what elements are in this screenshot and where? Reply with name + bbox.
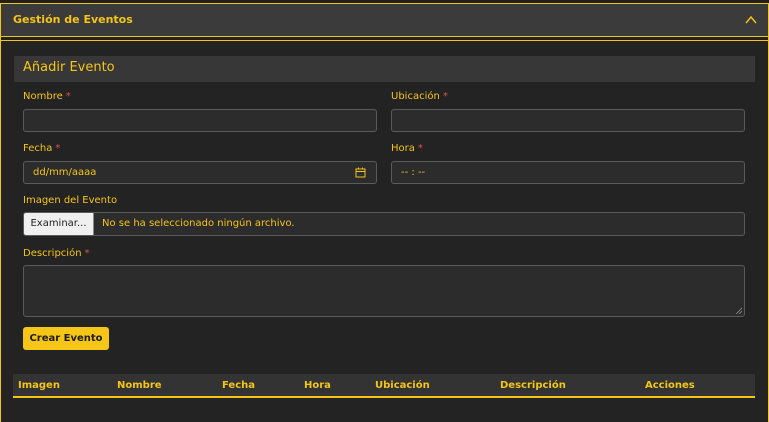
hora-label-text: Hora [391,143,415,154]
file-input[interactable]: Examinar... No se ha seleccionado ningún… [23,212,745,236]
fecha-placeholder: dd/mm/aaaa [33,167,97,178]
section-title: Añadir Evento [23,60,115,75]
nombre-label-text: Nombre [23,91,63,102]
column-header-descripcion[interactable]: Descripción [500,380,566,391]
required-mark: * [55,143,61,154]
ubicacion-label: Ubicación * [391,91,448,102]
required-mark: * [442,91,448,102]
required-mark: * [84,248,90,259]
panel-title: Gestión de Eventos [13,13,133,26]
hora-placeholder: -- : -- [401,167,426,178]
browse-button[interactable]: Examinar... [24,213,94,235]
events-table-header: Imagen Nombre Fecha Hora Ubicación Descr… [13,374,755,398]
column-header-fecha[interactable]: Fecha [222,380,255,391]
file-status: No se ha seleccionado ningún archivo. [102,218,295,229]
descripcion-textarea[interactable] [23,265,745,317]
descripcion-label: Descripción * [23,248,90,259]
nombre-label: Nombre * [23,91,71,102]
required-mark: * [417,143,423,154]
create-event-button[interactable]: Crear Evento [23,327,109,350]
hora-input[interactable]: -- : -- [391,161,745,184]
calendar-icon[interactable] [355,167,366,178]
required-mark: * [65,91,71,102]
fecha-label: Fecha * [23,143,60,154]
fecha-label-text: Fecha [23,143,53,154]
panel-header[interactable]: Gestión de Eventos [1,4,768,37]
column-header-imagen[interactable]: Imagen [18,380,60,391]
fecha-input[interactable]: dd/mm/aaaa [23,161,377,184]
column-header-nombre[interactable]: Nombre [117,380,162,391]
ubicacion-input[interactable] [391,109,745,132]
column-header-ubicacion[interactable]: Ubicación [375,380,430,391]
ubicacion-label-text: Ubicación [391,91,440,102]
hora-label: Hora * [391,143,423,154]
resize-grip-icon[interactable] [735,307,742,314]
column-header-acciones[interactable]: Acciones [645,380,695,391]
chevron-up-icon[interactable] [744,13,758,27]
column-header-hora[interactable]: Hora [304,380,331,391]
imagen-label: Imagen del Evento [23,195,118,206]
add-event-section-header: Añadir Evento [14,56,755,82]
nombre-input[interactable] [23,109,377,132]
descripcion-label-text: Descripción [23,248,82,259]
